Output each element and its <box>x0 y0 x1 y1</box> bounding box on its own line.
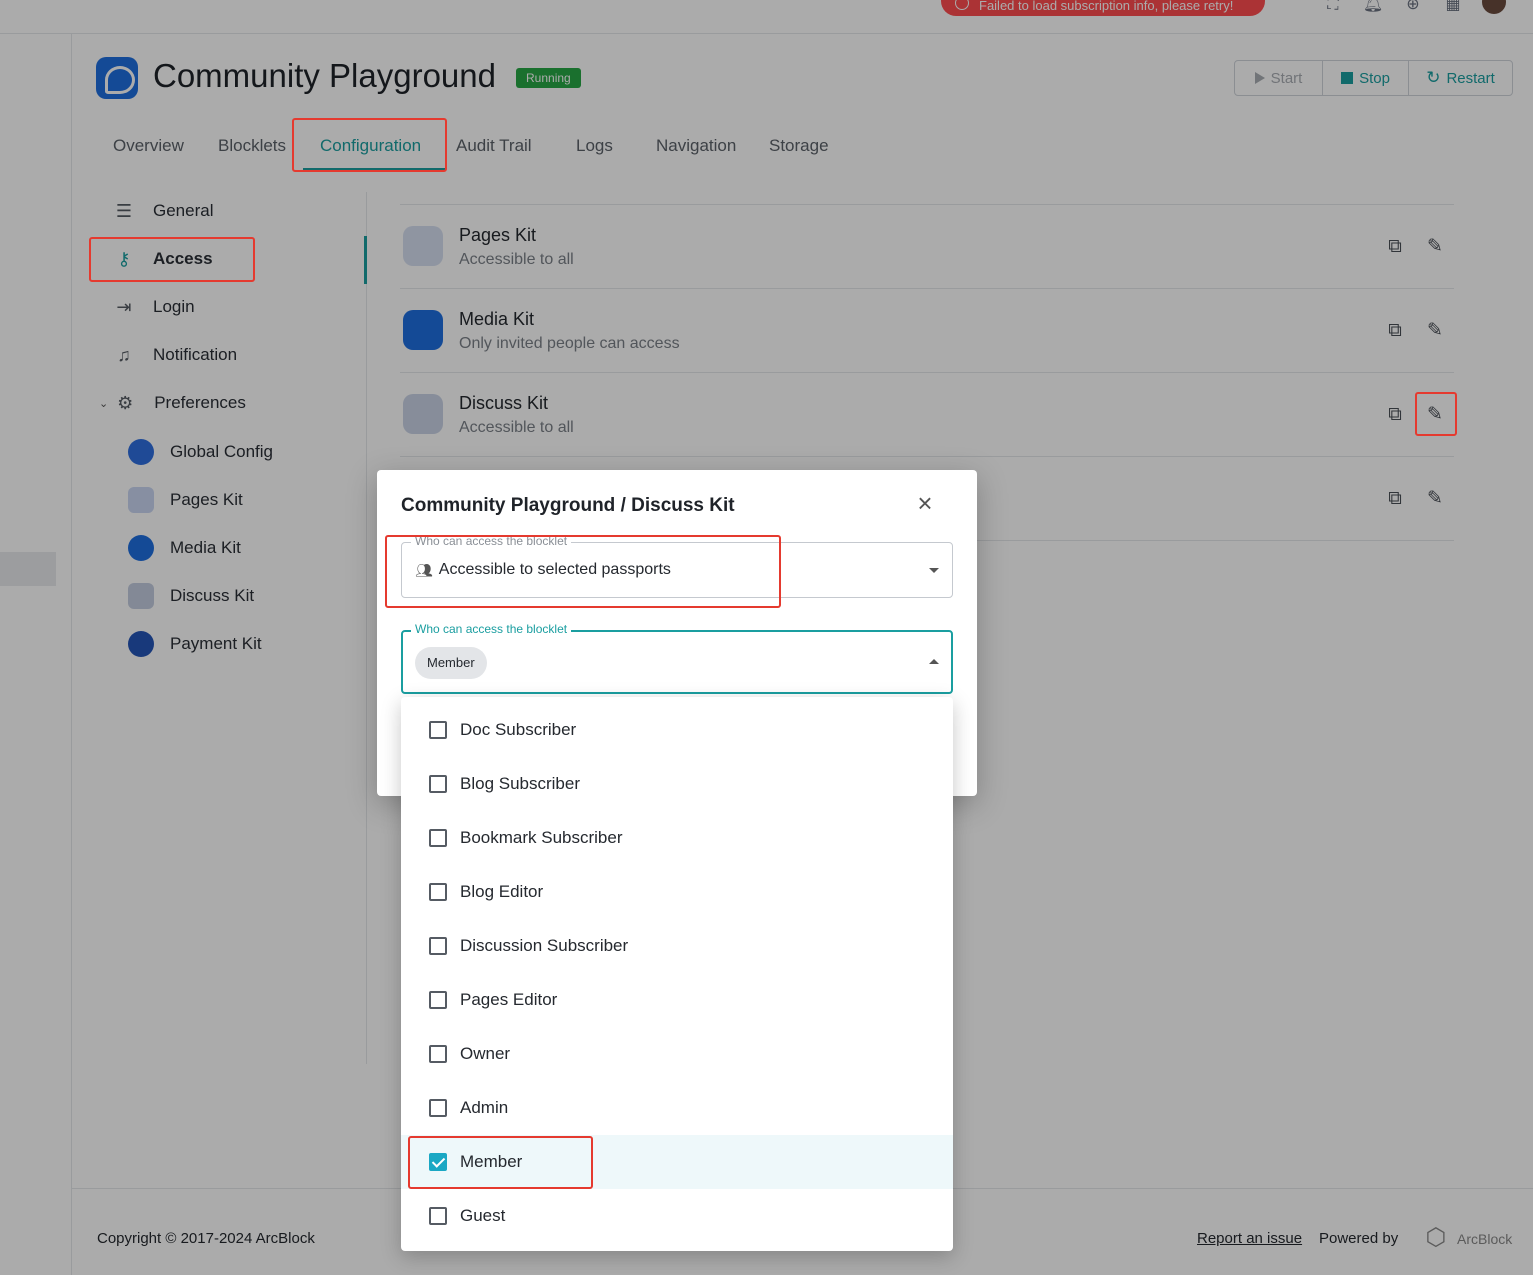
list-item[interactable]: Owner <box>401 1027 953 1081</box>
chevron-up-icon[interactable] <box>929 659 939 664</box>
option-label: Pages Editor <box>460 990 558 1009</box>
dialog-title: Community Playground / Discuss Kit <box>401 495 735 516</box>
checkbox[interactable] <box>429 883 447 901</box>
option-label: Bookmark Subscriber <box>460 828 623 847</box>
highlight-configuration-tab <box>292 118 447 172</box>
list-item[interactable]: Blog Subscriber <box>401 757 953 811</box>
checkbox[interactable] <box>429 721 447 739</box>
list-item[interactable]: Doc Subscriber <box>401 703 953 757</box>
chevron-down-icon[interactable] <box>929 568 939 573</box>
list-item[interactable]: Discussion Subscriber <box>401 919 953 973</box>
option-label: Discussion Subscriber <box>460 936 629 955</box>
checkbox[interactable] <box>429 1045 447 1063</box>
option-label: Admin <box>460 1098 509 1117</box>
option-label: Blog Subscriber <box>460 774 581 793</box>
passport-select-label: Who can access the blocklet <box>411 622 572 636</box>
option-label: Blog Editor <box>460 882 544 901</box>
close-icon[interactable]: × <box>913 490 937 516</box>
selected-passport-chip[interactable]: Member <box>415 647 487 679</box>
option-label: Owner <box>460 1044 511 1063</box>
list-item[interactable]: Blog Editor <box>401 865 953 919</box>
checkbox[interactable] <box>429 1207 447 1225</box>
checkbox[interactable] <box>429 991 447 1009</box>
option-label: Doc Subscriber <box>460 720 577 739</box>
list-item[interactable]: Guest <box>401 1189 953 1243</box>
checkbox[interactable] <box>429 775 447 793</box>
checkbox[interactable] <box>429 829 447 847</box>
option-label: Guest <box>460 1206 506 1225</box>
checkbox[interactable] <box>429 1099 447 1117</box>
highlight-access-nav <box>89 237 255 282</box>
list-item[interactable]: Admin <box>401 1081 953 1135</box>
highlight-edit-button <box>1415 392 1457 436</box>
list-item[interactable]: Bookmark Subscriber <box>401 811 953 865</box>
highlight-member-option <box>408 1136 593 1189</box>
checkbox[interactable] <box>429 937 447 955</box>
list-item[interactable]: Pages Editor <box>401 973 953 1027</box>
highlight-access-mode <box>385 535 781 608</box>
